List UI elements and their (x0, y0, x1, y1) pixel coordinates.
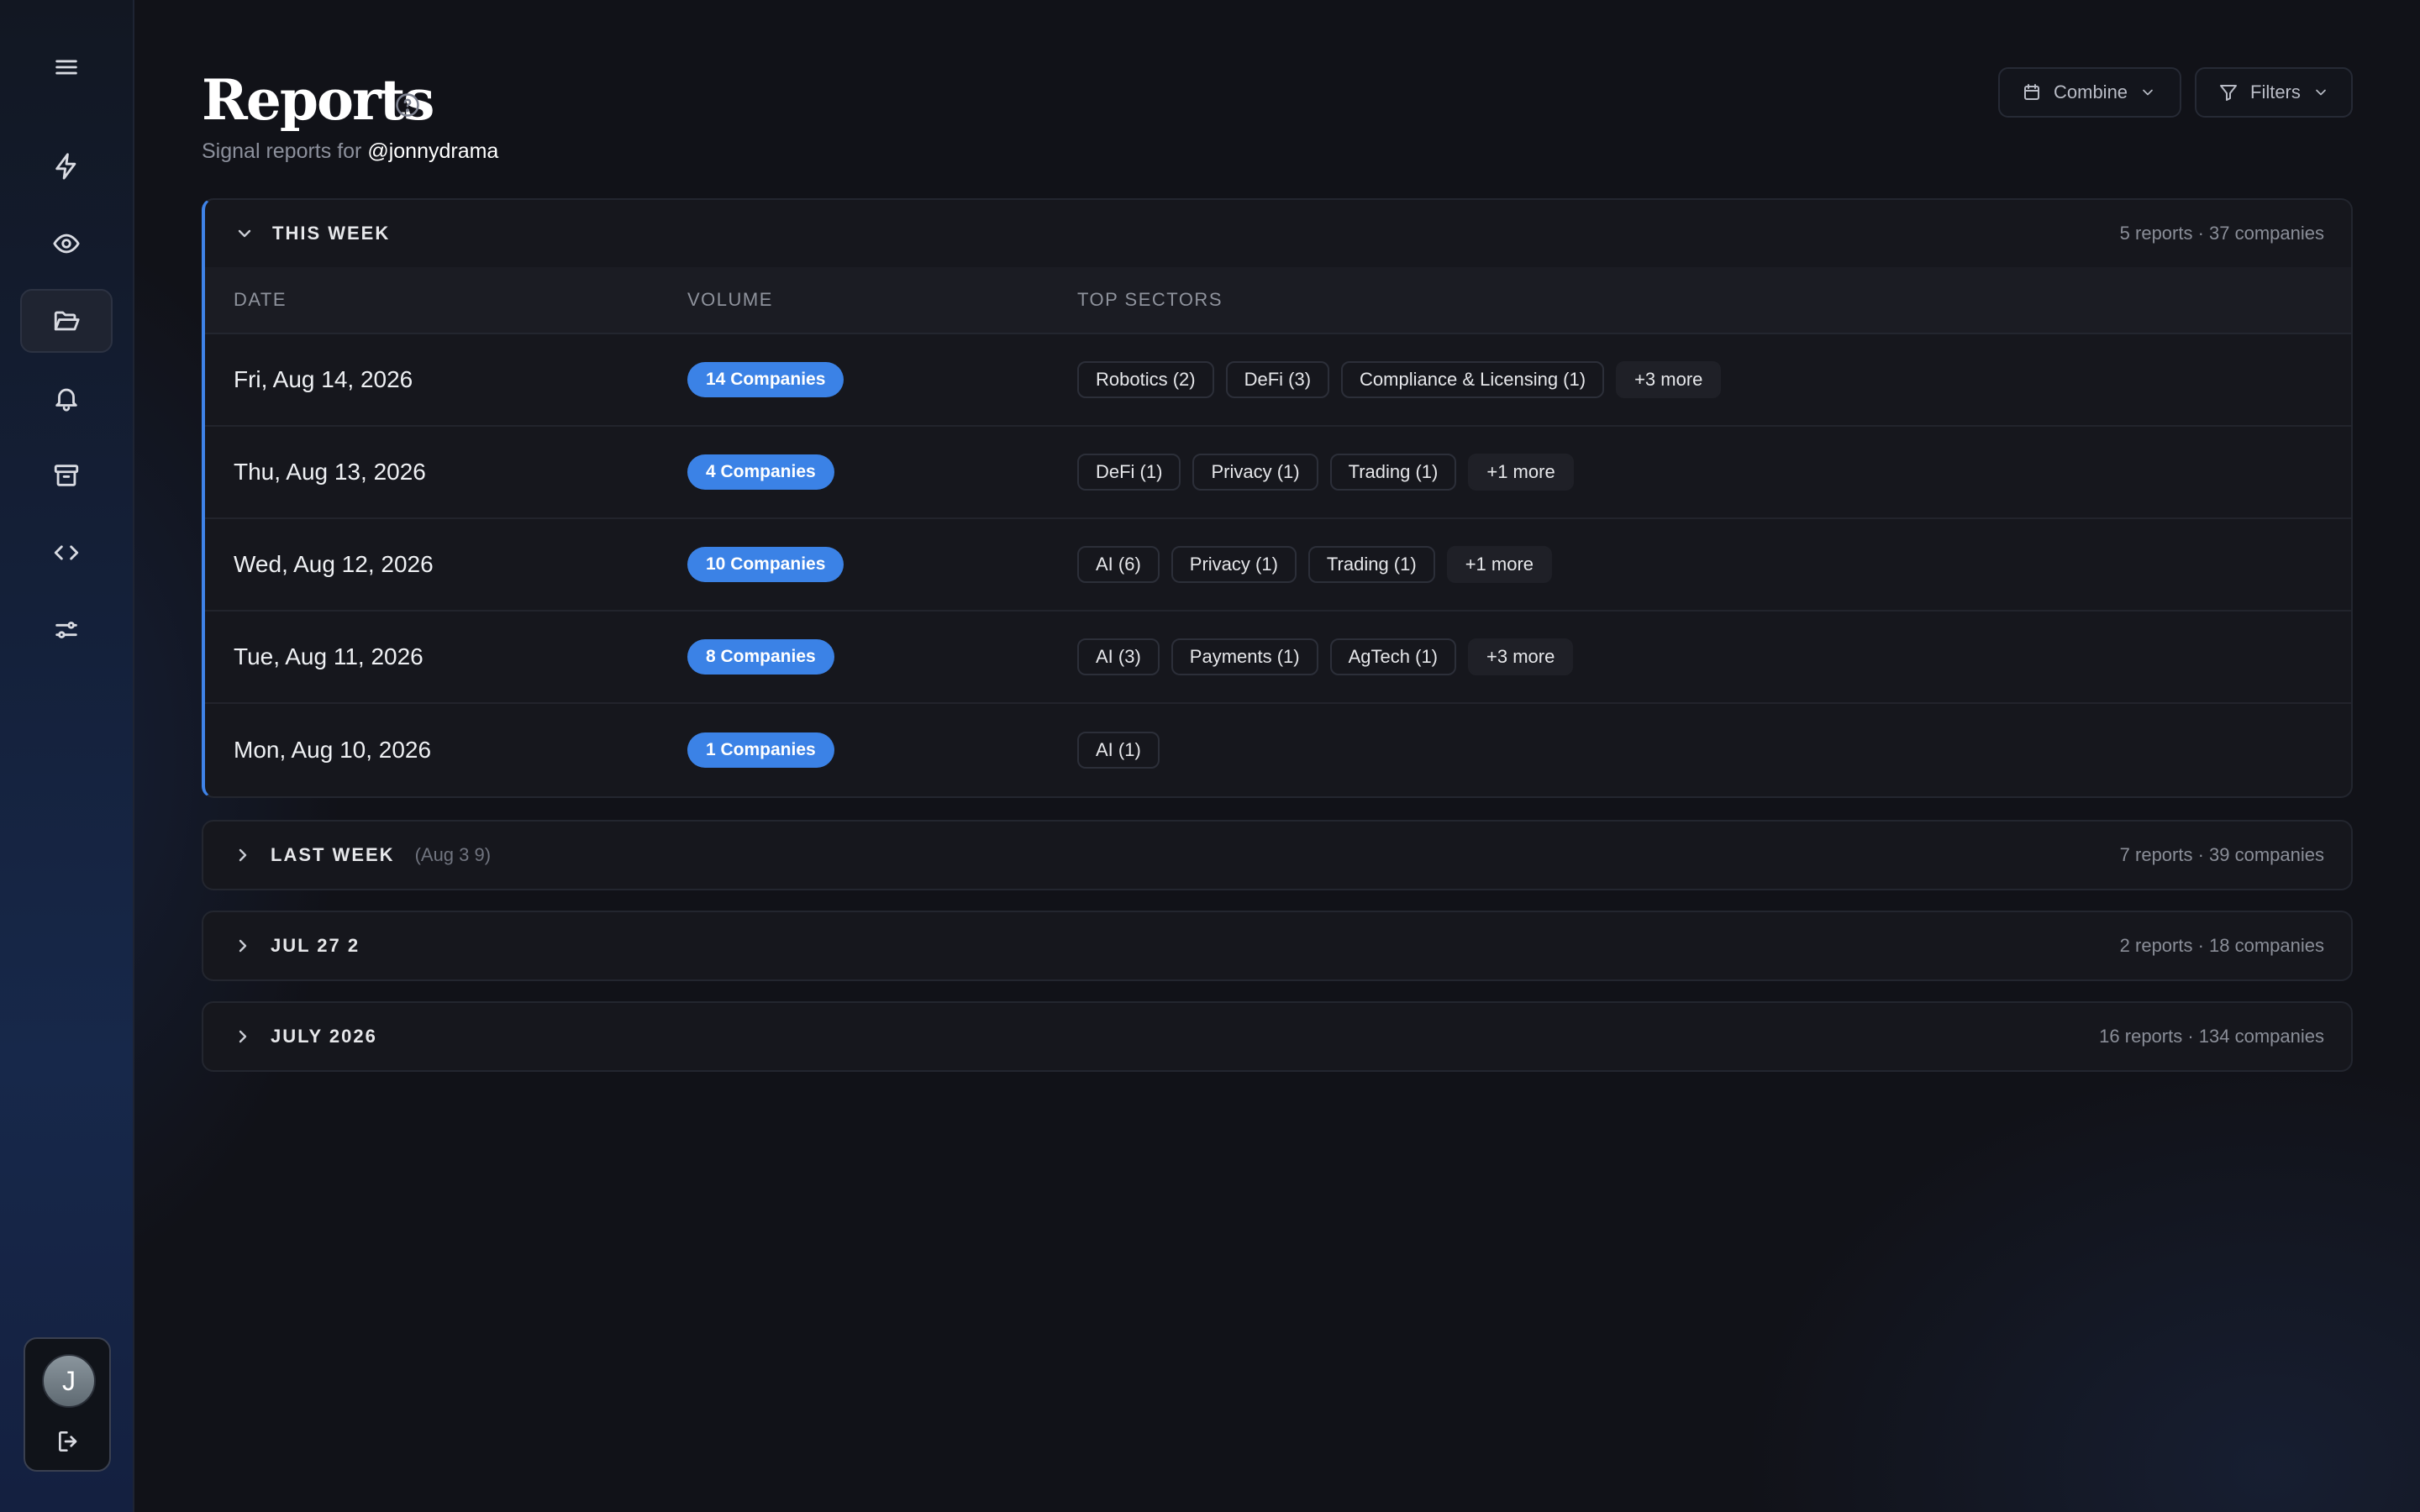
group-header[interactable]: JUL 27 2 2 reports · 18 companies (203, 912, 2351, 979)
group-header[interactable]: THIS WEEK 5 reports · 37 companies (205, 200, 2351, 267)
sector-chip[interactable]: AI (1) (1077, 732, 1160, 769)
logout-button[interactable] (50, 1423, 87, 1460)
report-date: Wed, Aug 12, 2026 (234, 551, 434, 577)
column-header-sectors: TOP SECTORS (1077, 289, 1223, 310)
report-date: Thu, Aug 13, 2026 (234, 459, 426, 485)
table-row[interactable]: Tue, Aug 11, 2026 8 Companies AI (3) Pay… (205, 612, 2351, 704)
sidebar-item-settings[interactable] (20, 598, 113, 662)
table-row[interactable]: Wed, Aug 12, 2026 10 Companies AI (6) Pr… (205, 519, 2351, 612)
group-july-2026[interactable]: JULY 2026 16 reports · 134 companies (202, 1001, 2353, 1072)
column-header-volume: VOLUME (687, 289, 773, 310)
table-row[interactable]: Mon, Aug 10, 2026 1 Companies AI (1) (205, 704, 2351, 796)
more-sectors-chip[interactable]: +3 more (1616, 361, 1722, 398)
report-date: Fri, Aug 14, 2026 (234, 366, 413, 392)
sector-chip[interactable]: AgTech (1) (1329, 638, 1457, 675)
filters-dropdown[interactable]: Filters (2195, 67, 2353, 118)
volume-badge: 10 Companies (687, 547, 844, 582)
help-icon[interactable] (395, 92, 420, 118)
user-card: J (24, 1337, 111, 1472)
sidebar-item-signals[interactable] (20, 134, 113, 198)
report-date: Mon, Aug 10, 2026 (234, 737, 432, 763)
logout-icon (59, 1431, 77, 1452)
table-row[interactable]: Thu, Aug 13, 2026 4 Companies DeFi (1) P… (205, 427, 2351, 519)
sidebar: J (0, 0, 134, 1512)
report-date: Tue, Aug 11, 2026 (234, 643, 424, 669)
group-range: (Aug 3 9) (414, 844, 492, 865)
sector-chips: Robotics (2) DeFi (3) Compliance & Licen… (1077, 361, 1722, 398)
lightning-icon (55, 153, 76, 180)
volume-badge: 14 Companies (687, 362, 844, 397)
menu-icon (55, 60, 77, 75)
eye-icon (53, 234, 80, 254)
avatar[interactable]: J (42, 1354, 96, 1408)
group-last-week[interactable]: LAST WEEK (Aug 3 9) 7 reports · 39 compa… (202, 820, 2353, 890)
sector-chip[interactable]: Compliance & Licensing (1) (1341, 361, 1605, 398)
sidebar-item-archive[interactable] (20, 444, 113, 507)
group-meta: 2 reports · 18 companies (2119, 935, 2324, 956)
more-sectors-chip[interactable]: +3 more (1468, 638, 1574, 675)
sector-chip[interactable]: Privacy (1) (1171, 546, 1297, 583)
group-meta: 7 reports · 39 companies (2119, 844, 2324, 865)
calendar-icon (2024, 84, 2039, 100)
group-this-week: THIS WEEK 5 reports · 37 companies DATE … (202, 198, 2353, 798)
chevron-right-icon[interactable] (230, 933, 255, 958)
group-meta: 5 reports · 37 companies (2119, 223, 2324, 244)
sector-chip[interactable]: AI (6) (1077, 546, 1160, 583)
combine-label: Combine (2054, 81, 2128, 102)
code-icon (54, 545, 79, 560)
group-title: JUL 27 2 (271, 935, 360, 956)
group-jul-27[interactable]: JUL 27 2 2 reports · 18 companies (202, 911, 2353, 981)
volume-badge: 8 Companies (687, 639, 834, 675)
sliders-icon (55, 622, 77, 638)
volume-badge: 1 Companies (687, 732, 834, 768)
table-row[interactable]: Fri, Aug 14, 2026 14 Companies Robotics … (205, 334, 2351, 427)
chevron-down-icon[interactable] (232, 221, 257, 246)
menu-button[interactable] (20, 35, 113, 99)
group-meta: 16 reports · 134 companies (2099, 1026, 2324, 1047)
sector-chip[interactable]: Privacy (1) (1192, 454, 1318, 491)
chevron-down-icon (2316, 89, 2326, 96)
sidebar-item-alerts[interactable] (20, 366, 113, 430)
more-sectors-chip[interactable]: +1 more (1468, 454, 1574, 491)
user-handle: @jonnydrama (367, 139, 499, 163)
sidebar-item-reports[interactable] (20, 289, 113, 353)
column-header-date: DATE (234, 289, 287, 310)
table-header: DATE VOLUME TOP SECTORS (205, 267, 2351, 334)
sector-chips: AI (3) Payments (1) AgTech (1) +3 more (1077, 638, 1574, 675)
sector-chips: DeFi (1) Privacy (1) Trading (1) +1 more (1077, 454, 1574, 491)
chevron-down-icon (2143, 89, 2153, 96)
group-header[interactable]: JULY 2026 16 reports · 134 companies (203, 1003, 2351, 1070)
sector-chip[interactable]: DeFi (1) (1077, 454, 1181, 491)
bell-icon (55, 388, 77, 412)
sidebar-item-code[interactable] (20, 521, 113, 585)
sector-chip[interactable]: AI (3) (1077, 638, 1160, 675)
chevron-right-icon[interactable] (230, 843, 255, 868)
sector-chip[interactable]: Trading (1) (1329, 454, 1457, 491)
chevron-right-icon[interactable] (230, 1024, 255, 1049)
archive-icon (54, 465, 79, 486)
group-title: JULY 2026 (271, 1026, 377, 1047)
sector-chips: AI (1) (1077, 732, 1160, 769)
group-title: THIS WEEK (272, 223, 391, 244)
subtitle-prefix: Signal reports for (202, 139, 362, 163)
page-subtitle: Signal reports for @jonnydrama (202, 139, 498, 164)
more-sectors-chip[interactable]: +1 more (1446, 546, 1553, 583)
sector-chip[interactable]: DeFi (3) (1225, 361, 1330, 398)
sector-chips: AI (6) Privacy (1) Trading (1) +1 more (1077, 546, 1553, 583)
combine-dropdown[interactable]: Combine (1998, 67, 2181, 118)
group-title: LAST WEEK (271, 844, 395, 865)
sidebar-item-watch[interactable] (20, 212, 113, 276)
volume-badge: 4 Companies (687, 454, 834, 490)
sector-chip[interactable]: Robotics (2) (1077, 361, 1214, 398)
filters-label: Filters (2250, 81, 2301, 102)
sector-chip[interactable]: Trading (1) (1307, 546, 1435, 583)
group-header[interactable]: LAST WEEK (Aug 3 9) 7 reports · 39 compa… (203, 822, 2351, 889)
filter-icon (2220, 85, 2237, 101)
folder-open-icon (54, 311, 80, 331)
sector-chip[interactable]: Payments (1) (1171, 638, 1318, 675)
